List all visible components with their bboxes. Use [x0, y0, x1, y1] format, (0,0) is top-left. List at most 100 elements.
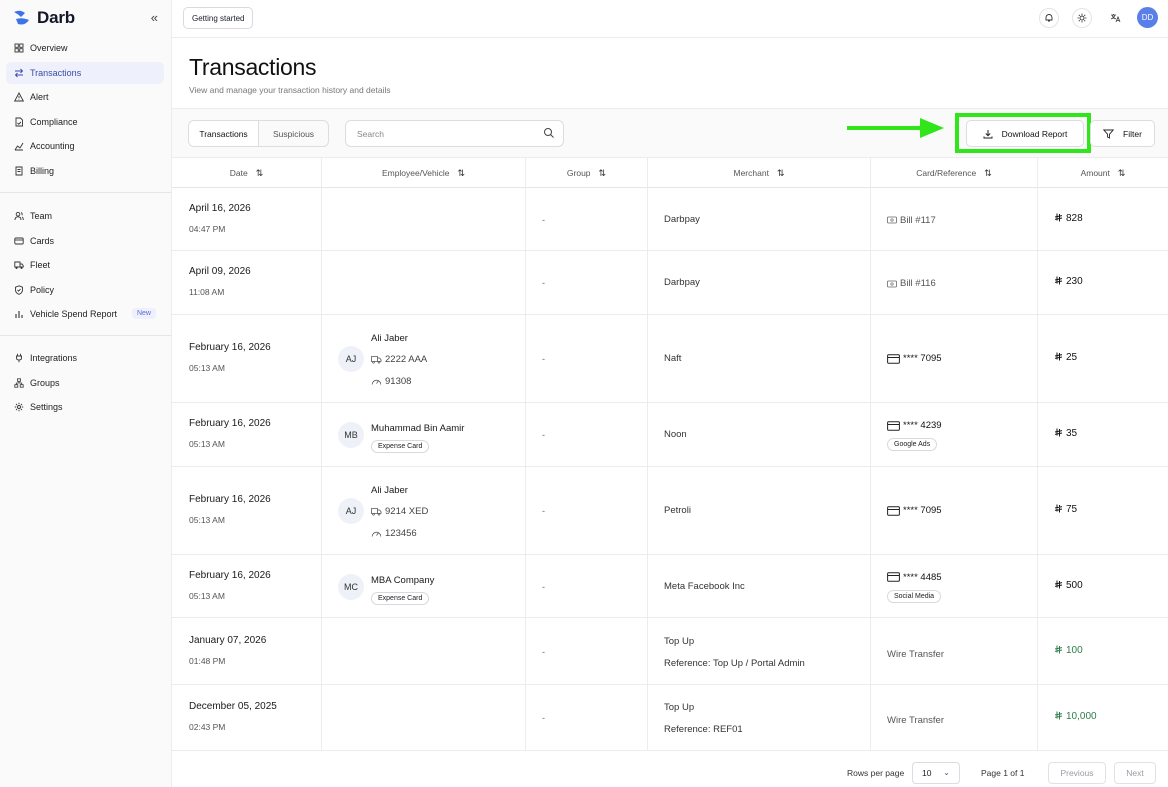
sidebar-item-compliance[interactable]: Compliance — [6, 111, 164, 133]
transaction-time: 05:13 AM — [189, 439, 225, 449]
sidebar-item-overview[interactable]: Overview — [6, 37, 164, 59]
download-icon — [983, 129, 993, 139]
column-header-date[interactable]: Date ⇅ — [172, 158, 322, 188]
sidebar-item-groups[interactable]: Groups — [6, 372, 164, 394]
amount: 35 — [1054, 428, 1077, 439]
next-button[interactable]: Next — [1114, 762, 1156, 784]
sort-icon[interactable]: ⇅ — [984, 168, 992, 179]
cell-amount: 25 — [1038, 315, 1168, 402]
sidebar-item-billing[interactable]: Billing — [6, 160, 164, 182]
employee-name[interactable]: MBA Company — [371, 575, 434, 586]
cell-employee: AJ Ali Jaber 9214 XED 123456 — [322, 467, 526, 554]
sidebar-item-settings[interactable]: Settings — [6, 396, 164, 418]
darb-logo-icon — [14, 10, 29, 25]
previous-button[interactable]: Previous — [1048, 762, 1106, 784]
sort-icon[interactable]: ⇅ — [1118, 168, 1126, 179]
riyal-icon — [1054, 504, 1066, 515]
column-header-card-reference[interactable]: Card/Reference ⇅ — [871, 158, 1038, 188]
table-row[interactable]: January 07, 2026 01:48 PM - Top Up Reference… — [172, 618, 1168, 685]
card-number-text: **** 7095 — [903, 353, 942, 364]
transaction-time: 02:43 PM — [189, 722, 226, 732]
amount: 500 — [1054, 580, 1083, 591]
sidebar-item-cards[interactable]: Cards — [6, 230, 164, 252]
bar-chart-icon — [14, 309, 24, 319]
cell-merchant: Darbpay — [648, 251, 871, 314]
cell-employee: MC MBA Company Expense Card — [322, 555, 526, 617]
sidebar-item-label: Cards — [30, 235, 55, 246]
sort-icon[interactable]: ⇅ — [256, 168, 264, 179]
search-input[interactable]: Search — [345, 120, 564, 147]
column-header-group[interactable]: Group ⇅ — [526, 158, 648, 188]
merchant-name: Noon — [664, 429, 687, 440]
transaction-time: 05:13 AM — [189, 590, 225, 601]
card-number-text: **** 4485 — [903, 571, 942, 583]
truck-icon — [14, 260, 24, 270]
table-row[interactable]: February 16, 2026 05:13 AM MC MBA Company Ex… — [172, 555, 1168, 618]
column-header-merchant[interactable]: Merchant ⇅ — [648, 158, 871, 188]
user-avatar[interactable]: DD — [1137, 7, 1158, 28]
cell-date: February 16, 2026 05:13 AM — [172, 467, 322, 554]
riyal-icon — [1054, 711, 1066, 722]
cell-card-reference: Bill #116 — [871, 251, 1038, 314]
tab-suspicious[interactable]: Suspicious — [259, 121, 328, 146]
column-header-label: Amount — [1080, 168, 1110, 178]
receipt-icon — [14, 166, 24, 176]
bill-reference[interactable]: Bill #116 — [887, 278, 936, 289]
amount: 230 — [1054, 276, 1083, 287]
sidebar-item-fleet[interactable]: Fleet — [6, 254, 164, 276]
amount-value: 828 — [1066, 212, 1083, 224]
table-row[interactable]: February 16, 2026 05:13 AM MB Muhammad Bin … — [172, 403, 1168, 467]
tab-transactions[interactable]: Transactions — [189, 121, 259, 146]
getting-started-button[interactable]: Getting started — [183, 7, 254, 29]
sort-icon[interactable]: ⇅ — [777, 168, 785, 179]
amount: 75 — [1054, 504, 1077, 515]
employee-name[interactable]: Ali Jaber — [371, 485, 408, 496]
sidebar-item-label: Settings — [30, 402, 63, 413]
employee-name[interactable]: Ali Jaber — [371, 333, 408, 344]
bell-icon[interactable] — [1039, 7, 1059, 28]
filter-button[interactable]: Filter — [1090, 120, 1155, 147]
transaction-date: February 16, 2026 — [189, 342, 271, 353]
sort-icon[interactable]: ⇅ — [458, 168, 466, 179]
card-number: **** 7095 — [887, 505, 942, 516]
theme-sun-icon[interactable] — [1072, 7, 1092, 28]
sidebar-item-label: Overview — [30, 43, 68, 53]
download-report-button[interactable]: Download Report — [966, 120, 1084, 147]
table-row[interactable]: February 16, 2026 05:13 AM AJ Ali Jaber 9214… — [172, 467, 1168, 555]
table-header: Date ⇅ Employee/Vehicle ⇅ Group ⇅ Merchant ⇅ Car… — [172, 158, 1168, 188]
sidebar-item-integrations[interactable]: Integrations — [6, 347, 164, 369]
cell-amount: 75 — [1038, 467, 1168, 554]
amount-value: 500 — [1066, 579, 1083, 591]
table-row[interactable]: December 05, 2025 02:43 PM - Top Up Referenc… — [172, 685, 1168, 751]
table-row[interactable]: February 16, 2026 05:13 AM AJ Ali Jaber 2222… — [172, 315, 1168, 403]
amount: 828 — [1054, 213, 1083, 224]
rows-per-page-value: 10 — [922, 768, 932, 778]
cell-employee — [322, 618, 526, 684]
card-tag: Google Ads — [887, 438, 938, 451]
sidebar-item-accounting[interactable]: Accounting — [6, 135, 164, 157]
sidebar-item-transactions[interactable]: Transactions — [6, 61, 164, 84]
vehicle-plate: 2222 AAA — [371, 354, 427, 365]
merchant-name: Top Up — [664, 702, 695, 713]
transaction-time: 05:13 AM — [189, 515, 225, 525]
logo[interactable]: Darb « — [12, 8, 162, 28]
group-value: - — [542, 646, 545, 657]
sidebar-item-alert[interactable]: Alert — [6, 86, 164, 108]
transaction-time: 01:48 PM — [189, 655, 226, 666]
column-header-amount[interactable]: Amount ⇅ — [1038, 158, 1168, 188]
riyal-icon — [1054, 276, 1066, 287]
table-row[interactable]: April 16, 2026 04:47 PM - Darbpay Bill #117 8… — [172, 188, 1168, 251]
credit-card-icon — [887, 420, 900, 431]
sidebar-item-policy[interactable]: Policy — [6, 279, 164, 301]
sidebar-item-vehicle-spend-report[interactable]: Vehicle Spend Report New — [6, 303, 164, 325]
sidebar-item-team[interactable]: Team — [6, 205, 164, 227]
table-row[interactable]: April 09, 2026 11:08 AM - Darbpay Bill #116 2… — [172, 251, 1168, 315]
translate-icon[interactable] — [1105, 8, 1125, 28]
sort-icon[interactable]: ⇅ — [599, 168, 607, 179]
rows-per-page-select[interactable]: 10 ⌄ — [912, 762, 960, 784]
employee-name[interactable]: Muhammad Bin Aamir — [371, 423, 464, 434]
bill-reference[interactable]: Bill #117 — [887, 215, 936, 226]
new-badge: New — [131, 308, 156, 320]
column-header-employee-vehicle[interactable]: Employee/Vehicle ⇅ — [322, 158, 526, 188]
collapse-sidebar-icon[interactable]: « — [151, 10, 158, 25]
